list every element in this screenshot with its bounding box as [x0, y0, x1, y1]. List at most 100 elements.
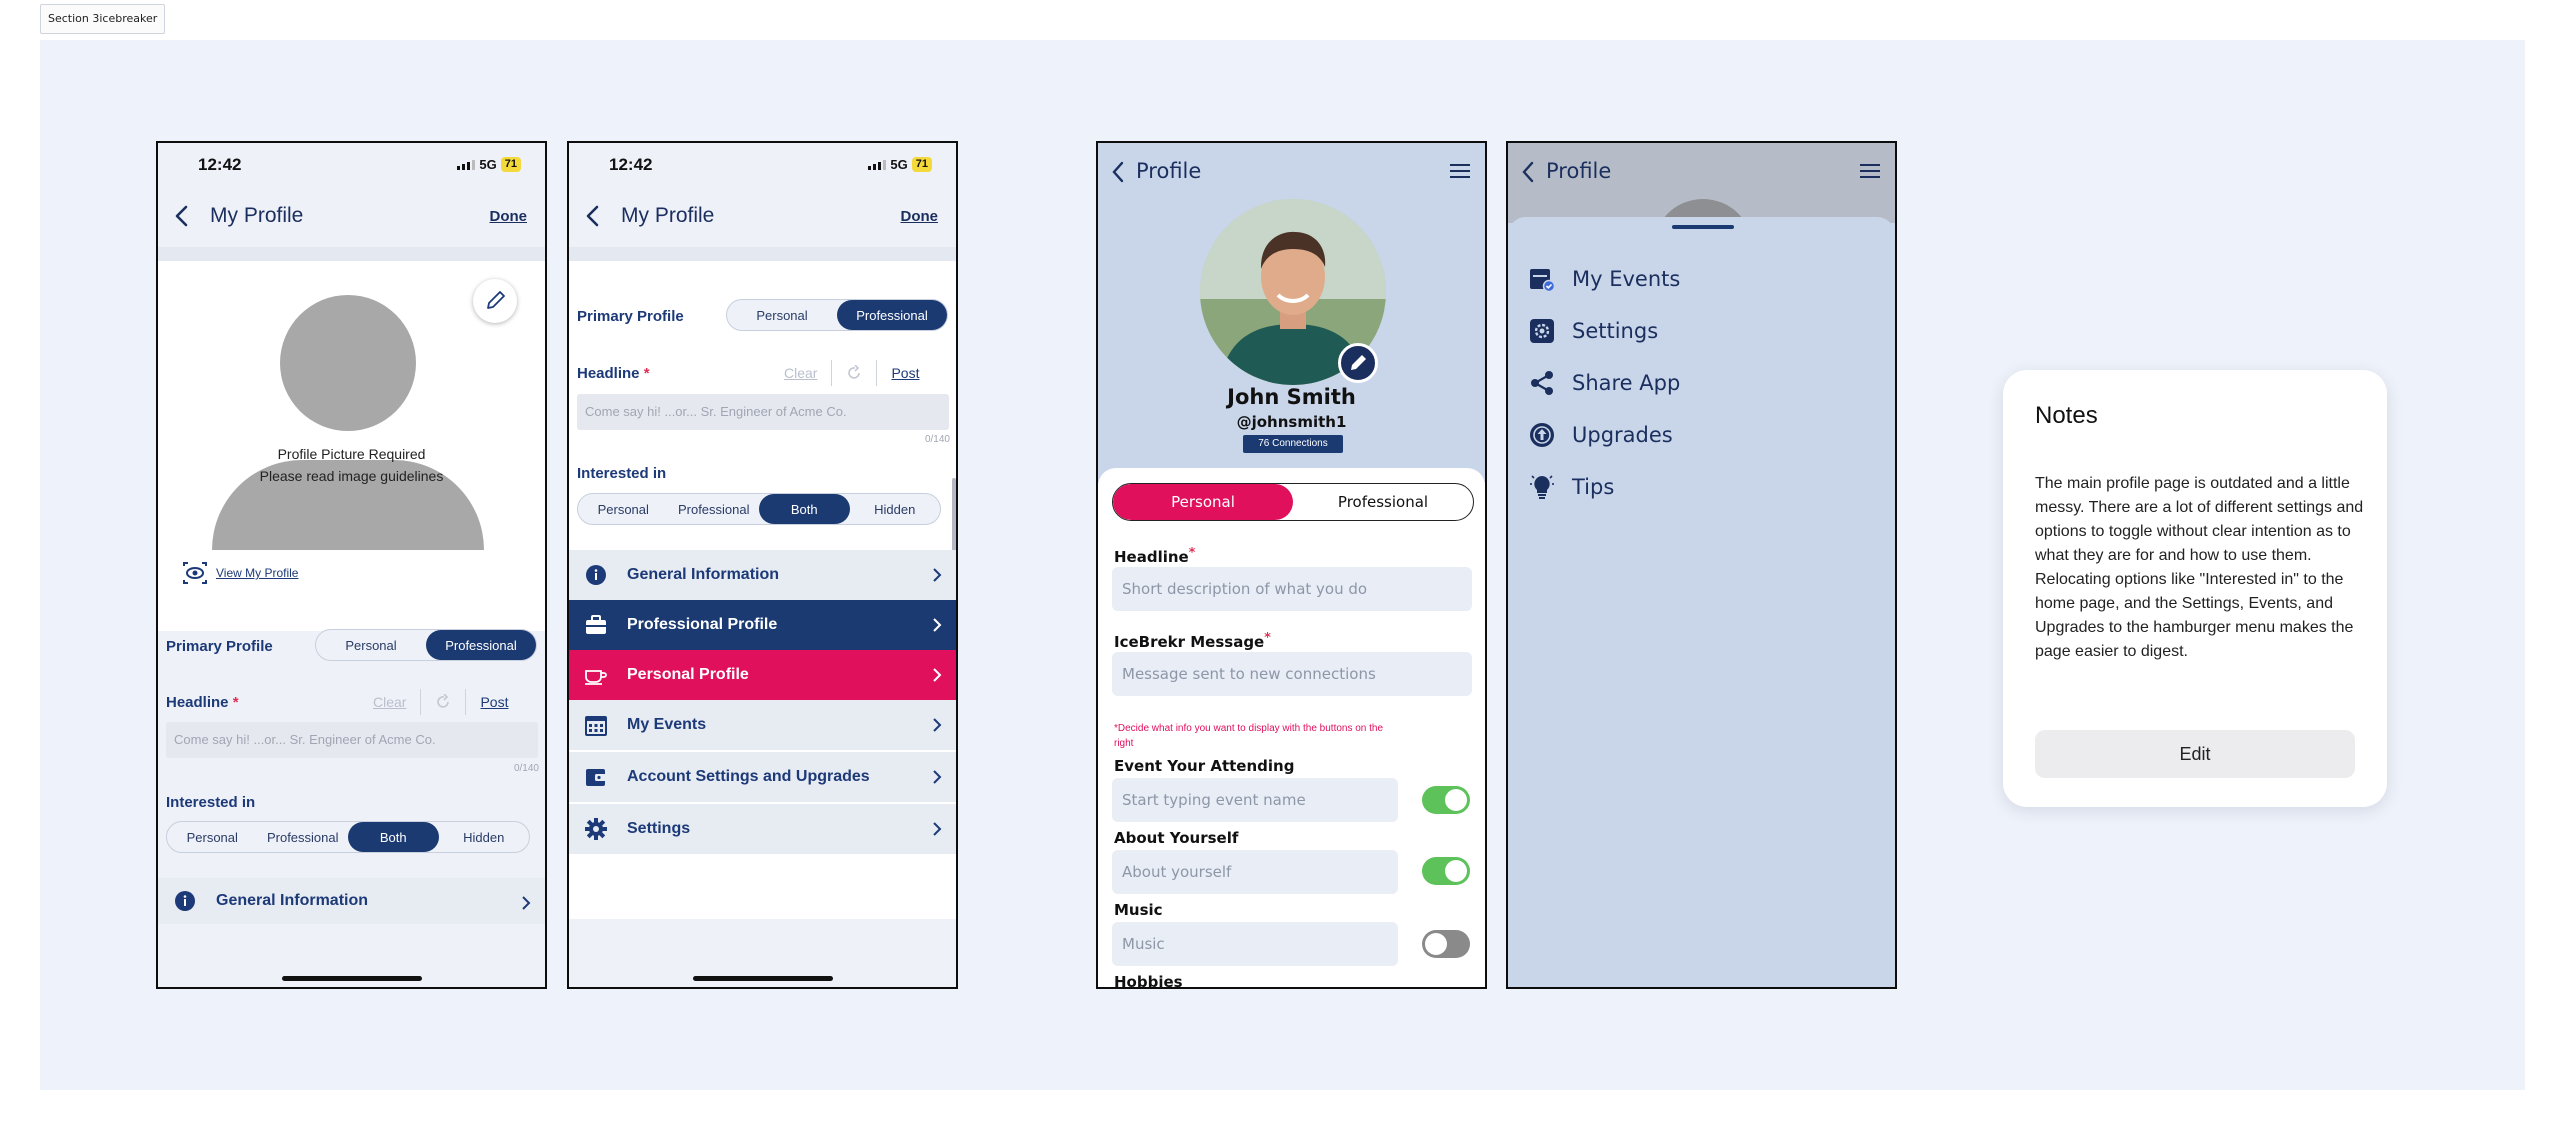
- status-bar: 12:42 5G 71: [158, 143, 545, 187]
- icebrekr-message-input[interactable]: Message sent to new connections: [1112, 652, 1472, 696]
- char-count: 0/140: [924, 434, 950, 445]
- profile-handle: @johnsmith1: [1236, 413, 1347, 431]
- seg-professional[interactable]: Professional: [837, 300, 947, 330]
- interest-hidden[interactable]: Hidden: [850, 494, 941, 524]
- event-input[interactable]: Start typing event name: [1112, 778, 1398, 822]
- back-chevron-icon[interactable]: [581, 203, 607, 229]
- music-toggle[interactable]: [1422, 930, 1470, 958]
- interest-professional[interactable]: Professional: [258, 822, 349, 852]
- about-input[interactable]: About yourself: [1112, 850, 1398, 894]
- menu-general-information[interactable]: General Information: [569, 550, 956, 600]
- headline-label: Headline*: [1114, 544, 1196, 566]
- interest-personal[interactable]: Personal: [578, 494, 669, 524]
- pencil-icon: [1351, 355, 1366, 370]
- refresh-icon[interactable]: [846, 365, 862, 381]
- back-chevron-icon[interactable]: [1108, 159, 1128, 185]
- phone-screen-hamburger-drawer: Profile My Events Settings Share App Upg…: [1506, 141, 1897, 989]
- settings-gear-icon: [1528, 317, 1556, 345]
- pencil-icon: [487, 291, 505, 309]
- view-profile-link[interactable]: View My Profile: [182, 561, 303, 585]
- tab-personal[interactable]: Personal: [1113, 484, 1293, 520]
- upgrade-arrow-icon: [1528, 421, 1556, 449]
- headline-input[interactable]: Short description of what you do: [1112, 567, 1472, 611]
- edit-button[interactable]: Edit: [2035, 730, 2355, 778]
- notes-body: The main profile page is outdated and a …: [2035, 475, 2364, 660]
- edit-photo-button[interactable]: [473, 279, 517, 323]
- interest-both[interactable]: Both: [348, 822, 439, 852]
- interested-in-label: Interested in: [577, 465, 667, 482]
- icebrekr-message-label: IceBrekr Message*: [1114, 629, 1271, 651]
- headline-input[interactable]: Come say hi! ...or... Sr. Engineer of Ac…: [166, 722, 538, 758]
- connections-badge[interactable]: 76 Connections: [1243, 435, 1343, 453]
- drawer-item-tips[interactable]: Tips: [1528, 473, 1614, 501]
- coffee-cup-icon: [583, 662, 609, 688]
- signal-icon: [457, 159, 476, 170]
- post-button[interactable]: Post: [891, 365, 919, 381]
- primary-profile-toggle[interactable]: Personal Professional: [315, 629, 537, 661]
- edit-photo-button[interactable]: [1338, 343, 1378, 383]
- divider: [569, 247, 956, 261]
- profile-type-tabs[interactable]: Personal Professional: [1112, 483, 1474, 521]
- drawer-item-my-events[interactable]: My Events: [1528, 265, 1680, 293]
- tab-professional[interactable]: Professional: [1293, 484, 1473, 520]
- status-bar: 12:42 5G 71: [569, 143, 956, 187]
- hamburger-menu-icon[interactable]: [1449, 163, 1471, 179]
- phone-screen-profile-edit: Profile John Smith @johnsmith1 76 Connec…: [1096, 141, 1487, 989]
- page-title: Profile: [1546, 159, 1612, 183]
- info-icon: [172, 888, 198, 914]
- interested-in-label: Interested in: [166, 794, 256, 811]
- refresh-icon[interactable]: [435, 694, 451, 710]
- clear-button[interactable]: Clear: [784, 365, 817, 381]
- pic-guidelines-text[interactable]: Please read image guidelines: [158, 468, 545, 484]
- done-button[interactable]: Done: [901, 208, 939, 225]
- interest-hidden[interactable]: Hidden: [439, 822, 530, 852]
- status-time: 12:42: [609, 155, 653, 174]
- divider: [158, 247, 545, 261]
- interest-professional[interactable]: Professional: [669, 494, 760, 524]
- section-label[interactable]: Section 3icebreaker: [40, 4, 166, 34]
- drawer-item-share-app[interactable]: Share App: [1528, 369, 1680, 397]
- menu-professional-profile[interactable]: Professional Profile: [569, 600, 956, 650]
- signal-icon: [868, 159, 887, 170]
- about-toggle[interactable]: [1422, 857, 1470, 885]
- info-icon: [583, 562, 609, 588]
- general-information-row[interactable]: General Information: [158, 878, 545, 924]
- pic-required-text: Profile Picture Required: [277, 446, 426, 462]
- hamburger-menu-icon[interactable]: [1859, 163, 1881, 179]
- page-title: My Profile: [621, 204, 715, 227]
- chevron-right-icon: [933, 568, 942, 582]
- drawer-item-settings[interactable]: Settings: [1528, 317, 1658, 345]
- page-title: My Profile: [210, 204, 304, 227]
- gear-icon: [583, 816, 609, 842]
- seg-professional[interactable]: Professional: [426, 630, 536, 660]
- interested-in-toggle[interactable]: Personal Professional Both Hidden: [166, 821, 530, 853]
- menu-my-events[interactable]: My Events: [569, 700, 956, 750]
- done-button[interactable]: Done: [490, 208, 528, 225]
- primary-profile-toggle[interactable]: Personal Professional: [726, 299, 948, 331]
- post-button[interactable]: Post: [480, 694, 508, 710]
- drawer-item-upgrades[interactable]: Upgrades: [1528, 421, 1673, 449]
- event-toggle[interactable]: [1422, 786, 1470, 814]
- lightbulb-icon: [1528, 473, 1556, 501]
- seg-personal[interactable]: Personal: [727, 300, 837, 330]
- chevron-right-icon: [933, 618, 942, 632]
- calendar-check-icon: [1528, 265, 1556, 293]
- status-time: 12:42: [198, 155, 242, 174]
- menu-settings[interactable]: Settings: [569, 804, 956, 854]
- back-chevron-icon[interactable]: [1518, 159, 1538, 185]
- seg-personal[interactable]: Personal: [316, 630, 426, 660]
- interest-both[interactable]: Both: [759, 494, 850, 524]
- headline-label: Headline *: [577, 365, 650, 382]
- menu-personal-profile[interactable]: Personal Profile: [569, 650, 956, 700]
- drawer-handle[interactable]: [1672, 225, 1734, 229]
- interested-in-toggle[interactable]: Personal Professional Both Hidden: [577, 493, 941, 525]
- clear-button[interactable]: Clear: [373, 694, 406, 710]
- menu-account-settings[interactable]: Account Settings and Upgrades: [569, 752, 956, 802]
- network-label: 5G: [479, 157, 497, 172]
- about-label: About Yourself: [1114, 829, 1239, 847]
- chevron-right-icon: [933, 718, 942, 732]
- back-chevron-icon[interactable]: [170, 203, 196, 229]
- interest-personal[interactable]: Personal: [167, 822, 258, 852]
- music-input[interactable]: Music: [1112, 922, 1398, 966]
- headline-input[interactable]: Come say hi! ...or... Sr. Engineer of Ac…: [577, 394, 949, 430]
